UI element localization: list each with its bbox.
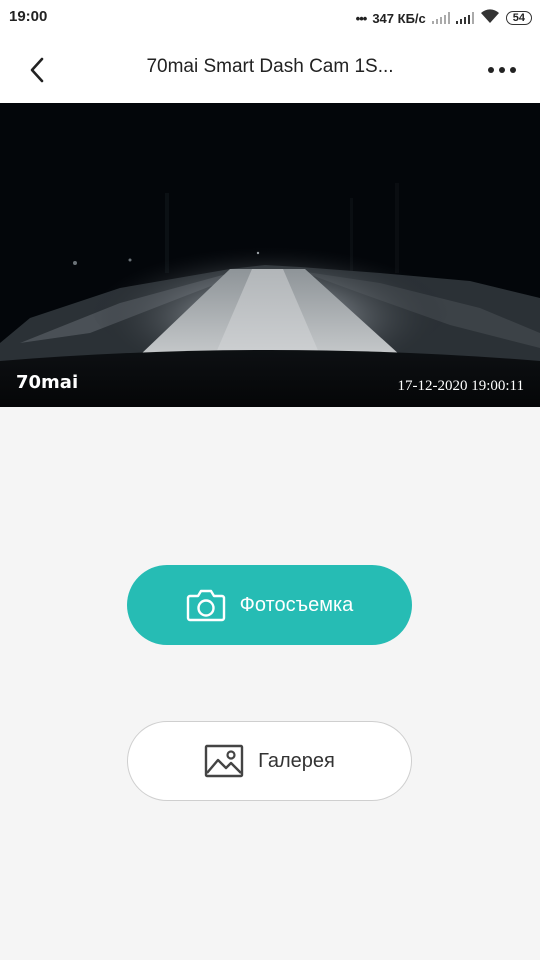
battery-icon: 54	[505, 11, 532, 25]
gallery-button[interactable]: Галерея	[127, 721, 412, 801]
app-screen: 19:00 ••• 347 КБ/с 54 70mai Smart Dash C…	[0, 0, 540, 960]
status-time: 19:00	[9, 8, 48, 25]
camera-timestamp: 17-12-2020 19:00:11	[397, 378, 524, 394]
camera-preview[interactable]: 70mai 17-12-2020 19:00:11	[0, 103, 540, 407]
take-photo-label: Фотосъемка	[239, 593, 354, 616]
more-notifications-icon: •••	[355, 10, 368, 26]
network-speed: 347 КБ/с	[372, 10, 426, 26]
page-title: 70mai Smart Dash Cam 1S...	[146, 56, 394, 77]
signal-icon	[455, 12, 474, 24]
back-button[interactable]	[20, 52, 56, 88]
camera-logo: 70mai	[16, 372, 79, 393]
chevron-left-icon	[30, 57, 44, 83]
title-bar: 70mai Smart Dash Cam 1S...	[0, 36, 540, 103]
status-bar: 19:00 ••• 347 КБ/с 54	[0, 0, 540, 36]
wifi-icon	[480, 9, 500, 27]
status-indicators: ••• 347 КБ/с 54	[356, 8, 532, 28]
more-dots-icon	[488, 67, 516, 73]
image-icon	[204, 744, 244, 778]
camera-frame-image	[0, 103, 540, 407]
signal-icon	[431, 12, 450, 24]
take-photo-button[interactable]: Фотосъемка	[127, 565, 412, 645]
gallery-label: Галерея	[258, 749, 335, 772]
more-options-button[interactable]	[484, 52, 520, 88]
battery-level: 54	[512, 12, 525, 24]
camera-icon	[186, 589, 225, 622]
